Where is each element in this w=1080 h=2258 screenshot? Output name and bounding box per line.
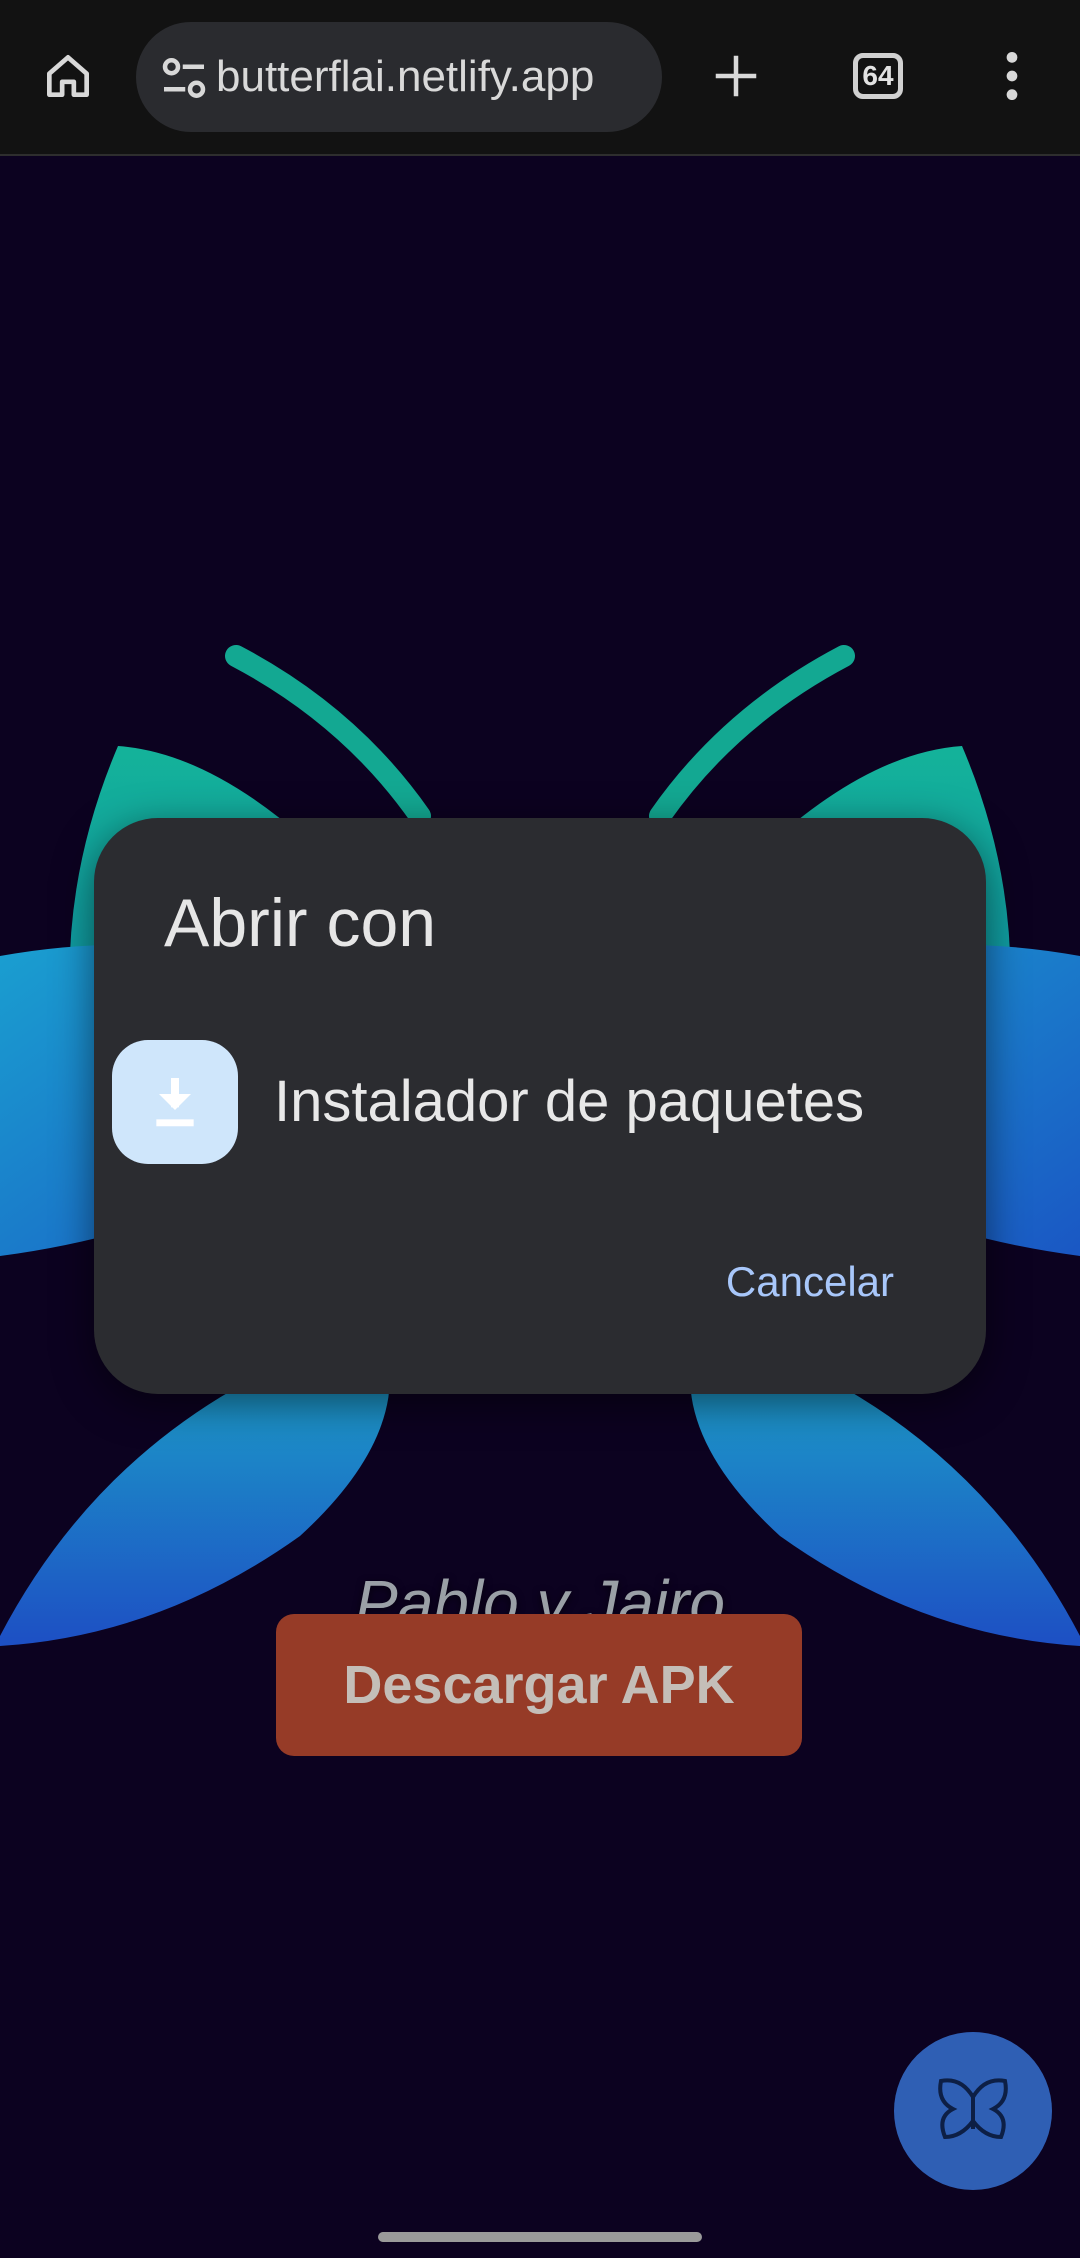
address-bar[interactable]: butterflai.netlify.app <box>136 22 662 132</box>
package-installer-option[interactable]: Instalador de paquetes <box>112 1040 968 1166</box>
more-menu-button[interactable] <box>972 36 1052 116</box>
url-text[interactable]: butterflai.netlify.app <box>216 22 656 132</box>
gesture-nav-bar[interactable] <box>378 2232 702 2242</box>
tune-icon[interactable] <box>154 48 214 108</box>
option-label: Instalador de paquetes <box>274 1069 865 1134</box>
open-with-dialog: Abrir con Instalador de paquetes Cancela… <box>94 818 986 1394</box>
browser-toolbar: butterflai.netlify.app 64 <box>0 0 1080 156</box>
download-apk-button[interactable]: Descargar APK <box>276 1614 802 1756</box>
tab-count: 64 <box>862 60 894 91</box>
plus-icon <box>715 55 757 97</box>
butterfly-icon <box>938 2078 1008 2140</box>
download-icon <box>112 1040 238 1164</box>
chat-fab-button[interactable] <box>894 2032 1052 2190</box>
tab-switcher-icon: 64 <box>853 53 903 99</box>
dialog-title: Abrir con <box>164 885 437 961</box>
cancel-button[interactable]: Cancelar <box>726 1258 894 1306</box>
new-tab-button[interactable] <box>696 36 776 116</box>
home-button[interactable] <box>28 36 108 116</box>
tab-switcher-button[interactable]: 64 <box>838 36 918 116</box>
more-vert-icon <box>1006 51 1018 101</box>
home-icon <box>47 55 89 97</box>
